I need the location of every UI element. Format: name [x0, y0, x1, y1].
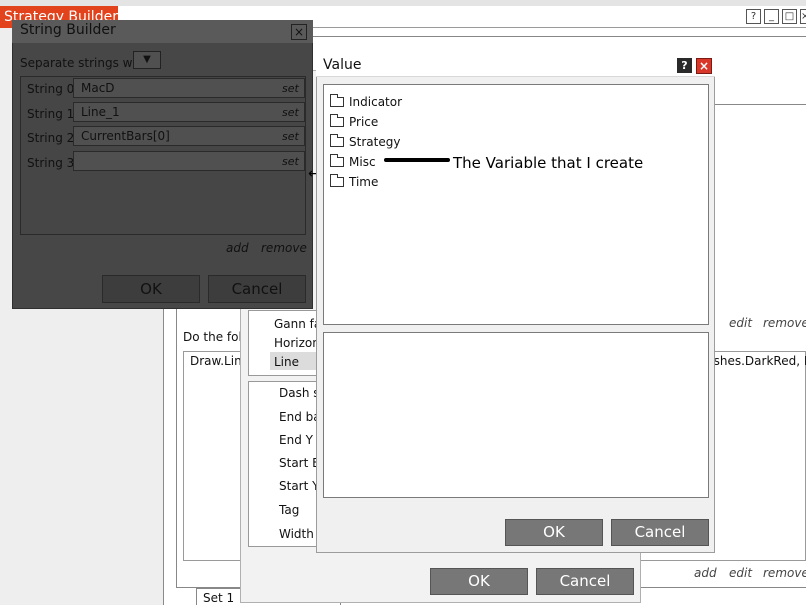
remove-condition-link[interactable]: remove — [763, 316, 806, 330]
property-label[interactable]: End ba — [279, 410, 321, 424]
ok-button[interactable]: OK — [505, 519, 603, 546]
minimize-button[interactable]: _ — [764, 9, 779, 24]
annotation-arrow-line — [384, 158, 450, 162]
string-input[interactable]: CurrentBars[0] — [73, 126, 305, 146]
property-label[interactable]: Width — [279, 527, 314, 541]
string-label: String 1 — [27, 107, 75, 121]
cancel-button[interactable]: Cancel — [611, 519, 709, 546]
value-dialog-titlebar[interactable] — [316, 55, 715, 77]
string-builder-title: String Builder — [20, 22, 116, 38]
string-input[interactable] — [73, 151, 305, 171]
remove-string-link[interactable]: remove — [261, 241, 307, 255]
folder-icon — [330, 114, 344, 127]
tree-item-indicator[interactable]: Indicator — [330, 94, 403, 109]
add-string-link[interactable]: add — [226, 241, 249, 255]
set-link[interactable]: set — [282, 82, 299, 95]
tree-item-label: Time — [349, 175, 379, 189]
set-link[interactable]: set — [282, 130, 299, 143]
tree-item-label: Price — [349, 115, 379, 129]
close-button[interactable]: × — [800, 9, 806, 24]
separator-dropdown[interactable]: ▼ — [133, 51, 161, 69]
property-label[interactable]: End Y — [279, 433, 313, 447]
cancel-button[interactable]: Cancel — [208, 275, 306, 303]
string-label: String 0 — [27, 82, 75, 96]
folder-icon — [330, 154, 344, 167]
string-label: String 2 — [27, 131, 75, 145]
chevron-down-icon: ▼ — [143, 54, 151, 65]
tree-item-strategy[interactable]: Strategy — [330, 134, 401, 149]
close-icon[interactable]: × — [291, 24, 307, 40]
set-link[interactable]: set — [282, 106, 299, 119]
list-item[interactable]: Horizon — [274, 336, 320, 350]
value-tree — [323, 84, 709, 325]
close-icon[interactable]: × — [696, 58, 712, 74]
value-details-pane — [323, 332, 709, 498]
edit-action-link[interactable]: edit — [729, 566, 752, 580]
set-link[interactable]: set — [282, 155, 299, 168]
help-icon[interactable]: ? — [677, 58, 692, 73]
action-item-tail: ushes.DarkRed, Da — [706, 354, 806, 368]
tree-item-label: Misc — [349, 155, 376, 169]
edit-condition-link[interactable]: edit — [729, 316, 752, 330]
annotation-text: The Variable that I create — [453, 154, 644, 172]
list-item[interactable]: Gann fa — [274, 317, 321, 331]
value-dialog-title: Value — [323, 57, 362, 73]
tree-item-misc[interactable]: Misc — [330, 154, 376, 169]
string-label: String 3 — [27, 156, 75, 170]
string-input[interactable]: Line_1 — [73, 102, 305, 122]
remove-action-link[interactable]: remove — [763, 566, 806, 580]
list-item-line[interactable]: Line — [274, 355, 299, 369]
help-button[interactable]: ? — [746, 9, 761, 24]
cancel-button[interactable]: Cancel — [536, 568, 634, 595]
tree-item-label: Strategy — [349, 135, 401, 149]
ok-button[interactable]: OK — [430, 568, 528, 595]
separator-label: Separate strings with — [20, 56, 149, 70]
folder-icon — [330, 134, 344, 147]
property-label[interactable]: Start Y — [279, 479, 319, 493]
tree-item-label: Indicator — [349, 95, 403, 109]
property-label[interactable]: Tag — [279, 503, 299, 517]
add-action-link[interactable]: add — [694, 566, 717, 580]
do-following-label: Do the follo — [183, 330, 243, 344]
folder-icon — [330, 174, 344, 187]
tree-item-price[interactable]: Price — [330, 114, 379, 129]
tree-item-time[interactable]: Time — [330, 174, 379, 189]
string-input[interactable]: MacD — [73, 78, 305, 98]
ok-button[interactable]: OK — [102, 275, 200, 303]
folder-icon — [330, 94, 344, 107]
maximize-button[interactable]: □ — [782, 9, 797, 24]
